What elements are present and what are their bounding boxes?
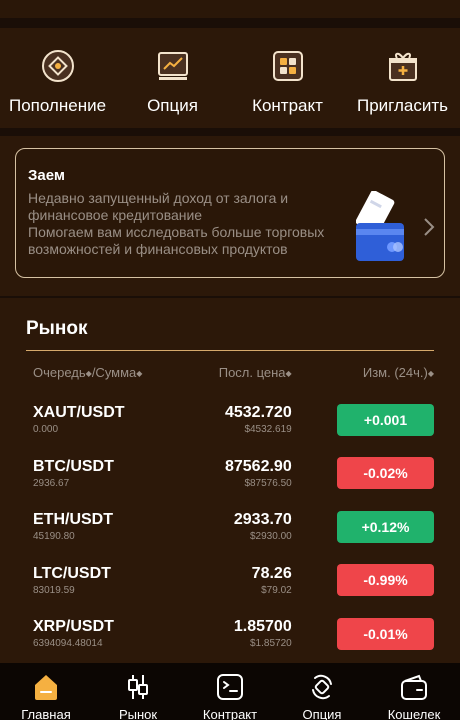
header-change-label: Изм. (24ч.): [362, 364, 428, 380]
change-badge[interactable]: +0.12%: [337, 510, 435, 543]
pair-name: BTC/USDT: [33, 457, 114, 475]
bottom-tab-bar: Главная Рынок Контракт Опция Кошелек: [0, 663, 460, 720]
tab-home[interactable]: Главная: [0, 671, 92, 720]
usd-price: $87576.50: [244, 477, 292, 489]
header-sum-label: /Сумма: [91, 364, 137, 380]
header-change[interactable]: Изм. (24ч.)◆: [292, 365, 434, 380]
market-section: Рынок Очередь◆/Сумма◆ Посл. цена◆ Изм. (…: [0, 298, 460, 663]
tab-option-label: Опция: [302, 707, 342, 720]
loan-description-2: Помогаем вам исследовать больше торговых…: [28, 224, 325, 257]
contract-icon: [214, 671, 246, 703]
market-row[interactable]: XAUT/USDT 0.000 4532.720 $4532.619 +0.001: [26, 393, 435, 447]
tab-market-label: Рынок: [118, 707, 158, 720]
market-row[interactable]: ETH/USDT 45190.80 2933.70 $2930.00 +0.12%: [26, 500, 435, 554]
last-price: 4532.720: [224, 404, 292, 422]
usd-price: $4532.619: [244, 424, 292, 436]
usd-price: $1.85720: [250, 638, 292, 650]
last-price: 87562.90: [224, 457, 292, 475]
pair-name: XAUT/USDT: [33, 404, 125, 422]
sort-icon: ◆: [136, 368, 143, 378]
chevron-right-icon: [422, 217, 436, 237]
usd-price: $79.02: [261, 584, 292, 596]
change-badge[interactable]: +0.001: [337, 403, 435, 436]
change-badge[interactable]: -0.01%: [337, 617, 435, 650]
tab-wallet[interactable]: Кошелек: [368, 671, 460, 720]
tab-home-label: Главная: [21, 707, 71, 720]
status-strip: [0, 0, 460, 18]
deposit-label: Пополнение: [8, 96, 107, 115]
pair-volume: 6394094.48014: [33, 638, 103, 650]
wallet-icon: [398, 671, 430, 703]
pair-volume: 0.000: [33, 424, 59, 436]
pair-name: XRP/USDT: [33, 618, 114, 636]
option-icon: [306, 671, 338, 703]
pair-volume: 83019.59: [33, 584, 75, 596]
quick-actions: Пополнение Опция Контракт Пригласить: [0, 28, 460, 128]
market-header: Очередь◆/Сумма◆ Посл. цена◆ Изм. (24ч.)◆: [26, 351, 434, 393]
last-price: 2933.70: [233, 511, 292, 529]
loan-description-1: Недавно запущенный доход от залога и фин…: [28, 190, 289, 223]
contract-label: Контракт: [252, 96, 323, 115]
header-pair[interactable]: Очередь◆/Сумма◆: [33, 365, 192, 380]
last-price: 78.26: [251, 564, 292, 582]
market-row[interactable]: BTC/USDT 2936.67 87562.90 $87576.50 -0.02%: [26, 447, 435, 501]
pair-volume: 2936.67: [33, 477, 70, 489]
deposit-button[interactable]: Пополнение: [3, 48, 113, 116]
invite-label: Пригласить: [356, 96, 448, 115]
last-price: 1.85700: [233, 618, 292, 636]
home-icon: [30, 671, 62, 703]
market-row[interactable]: LTC/USDT 83019.59 78.26 $79.02 -0.99%: [26, 554, 435, 608]
market-row[interactable]: XRP/USDT 6394094.48014 1.85700 $1.85720 -0…: [26, 607, 435, 661]
loan-card[interactable]: Заем Недавно запущенный доход от залога …: [15, 148, 445, 278]
pair-name: ETH/USDT: [33, 511, 113, 529]
contract-grid-icon: [270, 48, 306, 84]
usd-price: $2930.00: [250, 531, 292, 543]
change-badge[interactable]: -0.02%: [337, 457, 435, 490]
tab-market[interactable]: Рынок: [92, 671, 184, 720]
loan-title: Заем: [28, 167, 65, 184]
tab-wallet-label: Кошелек: [387, 707, 441, 720]
candlestick-icon: [122, 671, 154, 703]
loan-card-illustration: [355, 190, 408, 265]
pair-volume: 45190.80: [33, 531, 75, 543]
sort-icon: ◆: [427, 368, 434, 378]
change-badge[interactable]: -0.99%: [337, 564, 435, 597]
tab-contract-label: Контракт: [202, 707, 258, 720]
tab-option[interactable]: Опция: [276, 671, 368, 720]
tab-contract[interactable]: Контракт: [184, 671, 276, 720]
loan-section: Заем Недавно запущенный доход от залога …: [0, 136, 460, 296]
header-price-label: Посл. цена: [218, 364, 286, 380]
option-label: Опция: [147, 96, 198, 115]
invite-button[interactable]: Пригласить: [348, 48, 458, 116]
option-button[interactable]: Опция: [118, 48, 228, 116]
market-title: Рынок: [26, 318, 88, 339]
header-price[interactable]: Посл. цена◆: [192, 365, 292, 380]
chart-option-icon: [155, 48, 191, 84]
contract-button[interactable]: Контракт: [233, 48, 343, 116]
pair-name: LTC/USDT: [33, 564, 111, 582]
header-pair-label: Очередь: [33, 364, 86, 380]
deposit-icon: [40, 48, 76, 84]
gift-icon: [385, 48, 421, 84]
